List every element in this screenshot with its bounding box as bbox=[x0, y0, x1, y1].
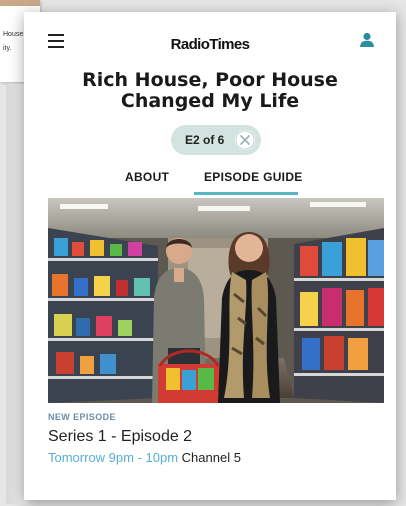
app-screen: RadioTimes Rich House, Poor House Change… bbox=[24, 12, 396, 500]
tab-bar: ABOUT EPISODE GUIDE bbox=[24, 162, 396, 200]
top-bar: RadioTimes bbox=[24, 12, 396, 60]
tab-episode-guide[interactable]: EPISODE GUIDE bbox=[204, 170, 303, 184]
episode-title[interactable]: Series 1 - Episode 2 bbox=[48, 428, 388, 446]
new-episode-badge: NEW EPISODE bbox=[48, 412, 116, 422]
broadcast-channel: Channel 5 bbox=[181, 450, 241, 465]
tab-about[interactable]: ABOUT bbox=[125, 170, 169, 184]
episode-selector[interactable]: E2 of 6 bbox=[171, 125, 261, 155]
episode-selector-label: E2 of 6 bbox=[185, 133, 225, 147]
episode-details: NEW EPISODE Series 1 - Episode 2 Tomorro… bbox=[48, 412, 388, 465]
broadcast-time: Tomorrow 9pm - 10pm bbox=[48, 450, 179, 465]
active-tab-indicator bbox=[194, 192, 298, 195]
episode-hero-image[interactable] bbox=[48, 198, 384, 403]
user-account-icon[interactable] bbox=[360, 32, 374, 48]
background-page-text-2: ity. bbox=[3, 45, 12, 52]
air-time: Tomorrow 9pm - 10pm Channel 5 bbox=[48, 450, 388, 465]
background-page-text-1: House, bbox=[3, 31, 26, 38]
programme-title: Rich House, Poor House Changed My Life bbox=[82, 69, 338, 112]
background-page-strip bbox=[0, 0, 40, 6]
radiotimes-logo[interactable]: RadioTimes bbox=[24, 36, 396, 53]
close-icon[interactable] bbox=[235, 130, 255, 150]
